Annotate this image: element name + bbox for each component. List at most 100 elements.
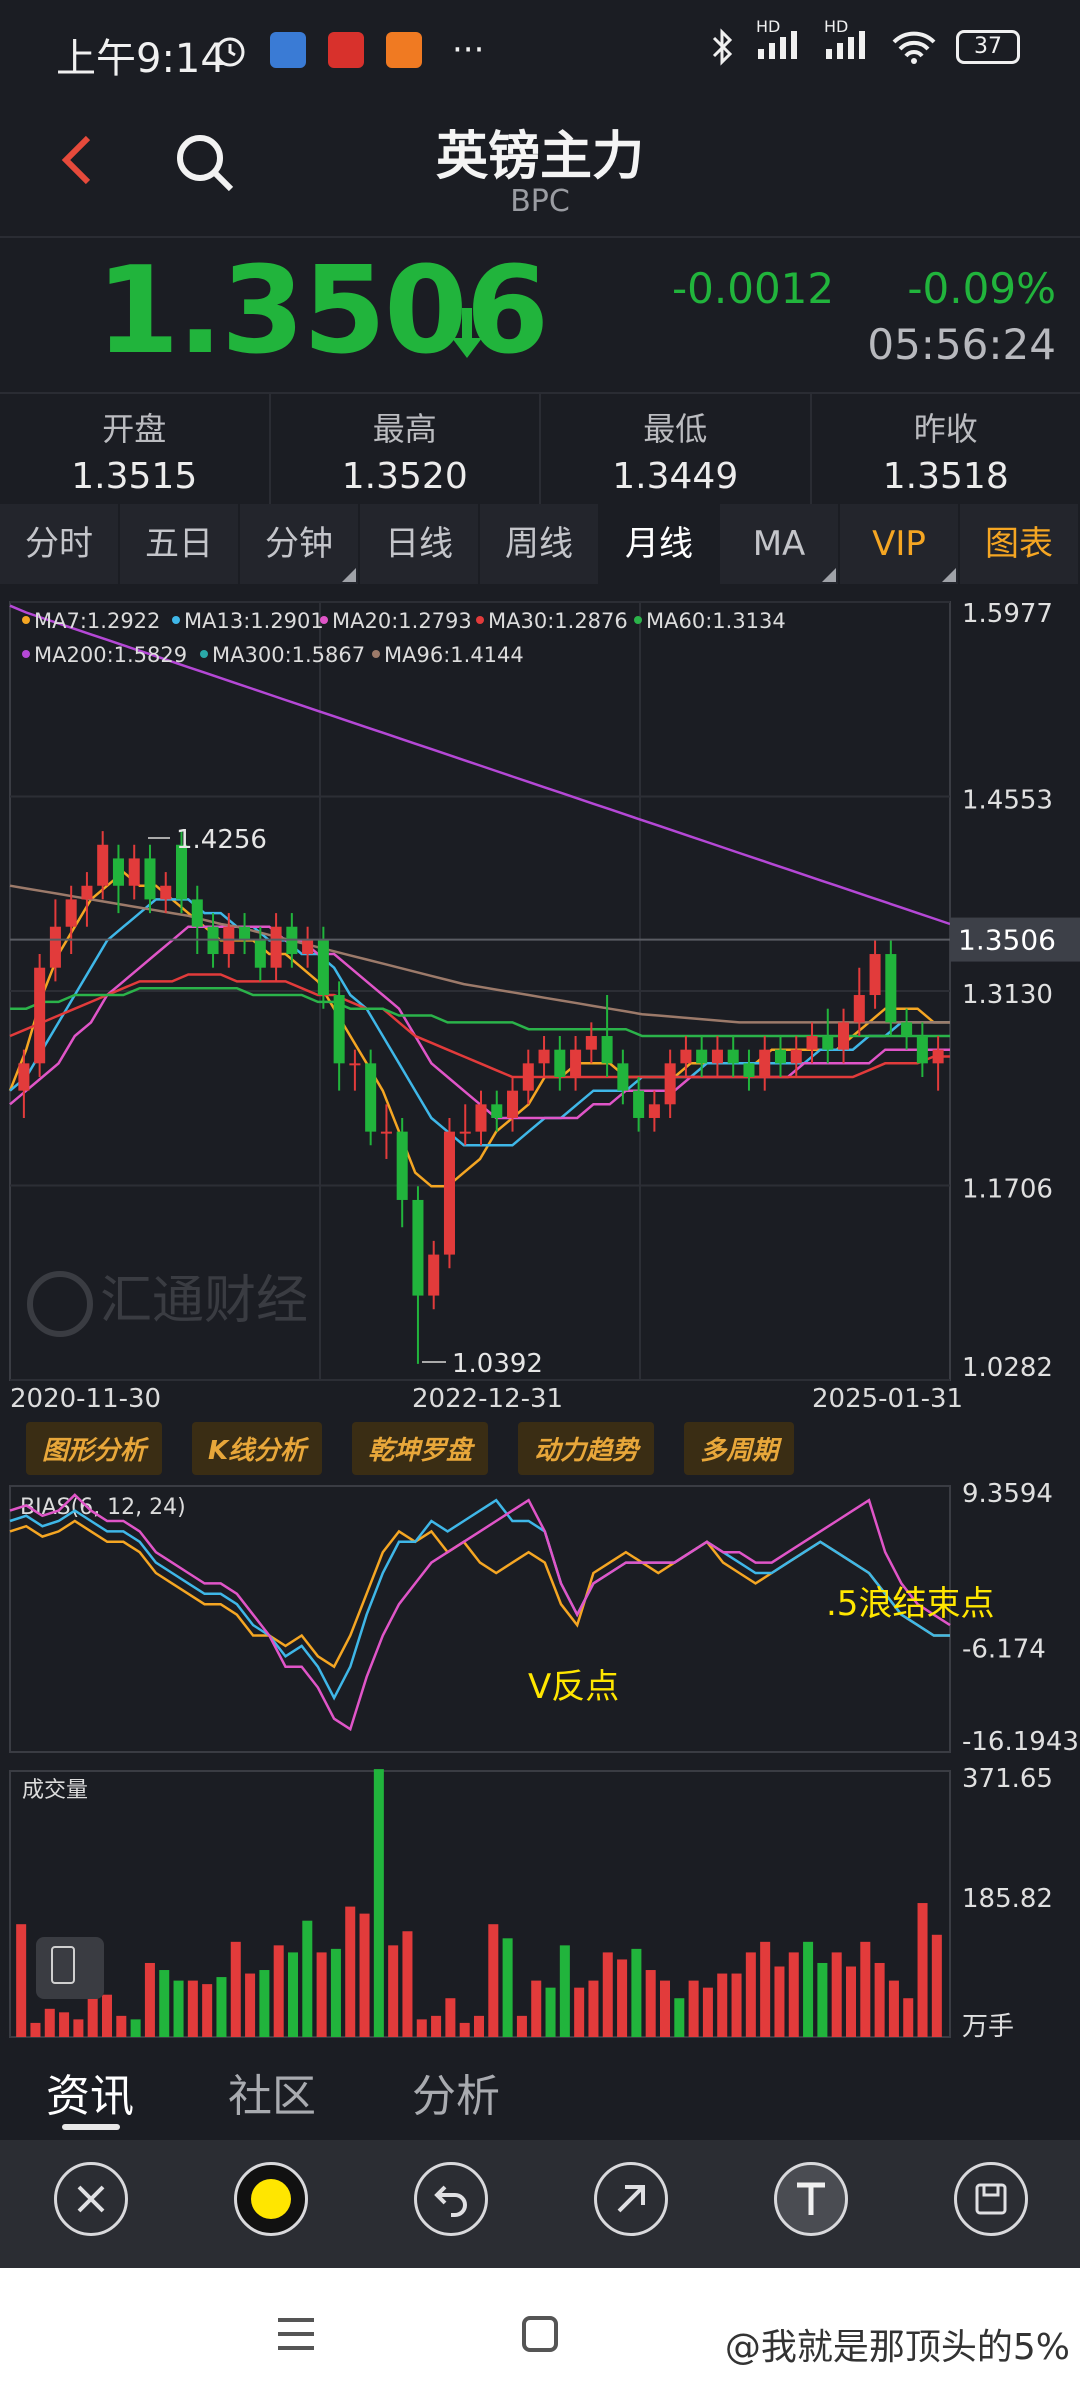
volume-bar — [230, 1941, 241, 2037]
stat-value: 1.3518 — [882, 456, 1009, 497]
volume-bar — [73, 2019, 84, 2037]
tab-daily[interactable]: 日线 — [360, 504, 480, 584]
wifi-icon — [892, 31, 936, 64]
bias-line-1 — [9, 1498, 950, 1701]
candle — [711, 1036, 723, 1077]
volume-unit: 万手 — [962, 2012, 1014, 2042]
candle — [743, 1049, 755, 1091]
price-change-pct: -0.09% — [907, 264, 1056, 313]
color-swatch-icon — [251, 2179, 291, 2219]
candle-body — [885, 954, 897, 1023]
chip-multi-period[interactable]: 多周期 — [684, 1422, 795, 1475]
tab-news[interactable]: 资讯 — [46, 2060, 134, 2124]
stat-value: 1.3515 — [71, 456, 198, 497]
candle-body — [412, 1199, 424, 1296]
y-tick-label: 1.3130 — [962, 980, 1053, 1010]
stat-label: 最高 — [372, 410, 437, 448]
tab-analysis[interactable]: 分析 — [412, 2060, 500, 2124]
volume-bar — [516, 2015, 527, 2037]
volume-bar — [888, 1980, 899, 2037]
volume-chart[interactable]: 371.65 185.82 万手 成交量 — [0, 1765, 1080, 2045]
candle-body — [554, 1049, 566, 1077]
candle — [759, 1036, 771, 1091]
low-annotation: 1.0392 — [452, 1349, 543, 1379]
volume-bar — [674, 1998, 685, 2037]
candle-body — [459, 1131, 471, 1134]
candle — [333, 981, 345, 1091]
candle-body — [239, 926, 251, 941]
candle-body — [349, 1063, 361, 1066]
ma-line-ma30 — [9, 973, 950, 1079]
alarm-icon — [215, 37, 245, 67]
candle — [239, 913, 251, 955]
volume-bar — [402, 1931, 413, 2037]
candle — [822, 1008, 834, 1064]
tab-weekly[interactable]: 周线 — [480, 504, 600, 584]
candlestick-chart[interactable]: 1.5977 1.4553 1.3130 1.1706 1.0282 1.3506 MA7:… — [0, 590, 1080, 1390]
volume-bar — [559, 1945, 570, 2037]
candle — [191, 885, 203, 955]
legend-dot — [22, 616, 30, 624]
volume-bar — [488, 1924, 499, 2037]
volume-bar — [659, 1980, 671, 2037]
legend-dot — [172, 616, 180, 624]
undo-button[interactable] — [414, 2162, 488, 2236]
candle-body — [81, 885, 93, 900]
tab-community[interactable]: 社区 — [228, 2060, 316, 2124]
arrow-tool-button[interactable] — [594, 2162, 668, 2236]
tab-minute-label: 分钟 — [265, 524, 333, 564]
candle — [396, 1117, 408, 1228]
tab-five-day[interactable]: 五日 — [120, 504, 240, 584]
color-picker-button[interactable] — [234, 2162, 308, 2236]
candle — [491, 1090, 503, 1132]
current-price-label: 1.3506 — [958, 924, 1056, 957]
signal-icon-2: HD — [824, 17, 872, 66]
candle-body — [570, 1049, 582, 1077]
candle-body — [916, 1036, 928, 1064]
text-tool-button[interactable] — [774, 2162, 848, 2236]
candle — [34, 954, 46, 1077]
volume-bar — [144, 1962, 155, 2037]
home-icon[interactable] — [520, 2314, 560, 2354]
text-icon — [797, 2182, 825, 2215]
app-notification-icon — [270, 32, 306, 68]
candle — [507, 1076, 519, 1132]
volume-bar — [273, 1945, 284, 2037]
close-drawing-button[interactable] — [54, 2162, 128, 2236]
tab-minute[interactable]: 分钟 — [240, 504, 360, 584]
bias-line-2 — [9, 1493, 951, 1732]
volume-bar — [245, 1973, 256, 2037]
volume-bar — [459, 2022, 470, 2037]
candle — [365, 1049, 377, 1146]
tab-ma[interactable]: MA — [720, 504, 840, 584]
candle-body — [522, 1063, 534, 1091]
volume-bar — [545, 1987, 556, 2037]
drawing-toolbar — [0, 2140, 1080, 2268]
candle-body — [932, 1049, 944, 1064]
volume-bar — [760, 1941, 771, 2037]
candle-body — [49, 926, 61, 968]
tab-chart[interactable]: 图表 — [960, 504, 1080, 584]
ma-line-ma96 — [9, 884, 950, 1024]
chip-kline-analysis[interactable]: K线分析 — [192, 1422, 323, 1475]
candle — [302, 926, 314, 968]
candle-body — [869, 954, 881, 996]
candle — [81, 872, 93, 927]
tab-vip[interactable]: VIP — [840, 504, 960, 584]
x-tick-label: 2022-12-31 — [412, 1384, 564, 1414]
save-button[interactable] — [954, 2162, 1028, 2236]
volume-bar — [774, 1966, 785, 2037]
volume-bar — [717, 1973, 728, 2037]
menu-icon[interactable] — [276, 2314, 316, 2354]
volume-bar — [330, 1948, 341, 2037]
chip-compass[interactable]: 乾坤罗盘 — [352, 1422, 489, 1475]
tab-intraday[interactable]: 分时 — [0, 504, 120, 584]
volume-bar — [574, 1987, 585, 2037]
candle-body — [97, 844, 109, 886]
chip-momentum[interactable]: 动力趋势 — [518, 1422, 655, 1475]
volume-bar — [302, 1920, 313, 2037]
tab-monthly[interactable]: 月线 — [600, 504, 720, 584]
chip-pattern-analysis[interactable]: 图形分析 — [26, 1422, 163, 1475]
legend-entry: MA300:1.5867 — [212, 643, 365, 667]
bias-indicator-chart[interactable]: 9.3594-6.174-16.1943BIAS(6, 12, 24).5浪结束… — [0, 1480, 1080, 1760]
